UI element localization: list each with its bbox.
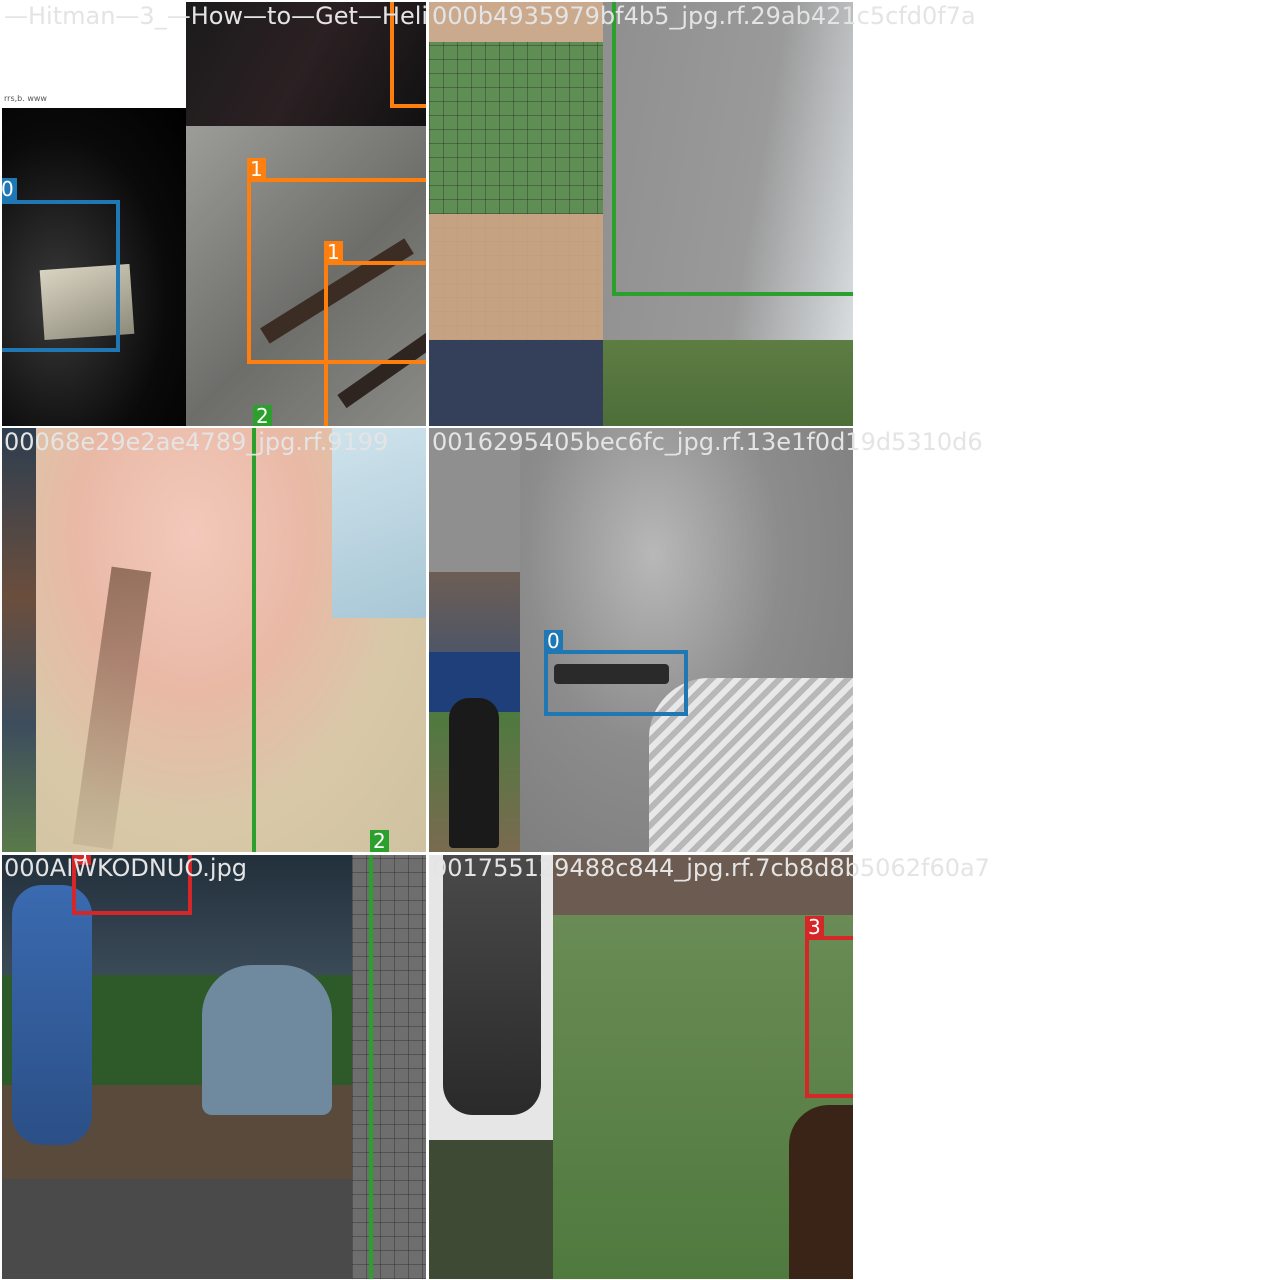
bbox-label: 3 <box>72 855 91 865</box>
photo-stadium-crowd <box>429 572 520 652</box>
photo-umpire <box>449 698 499 848</box>
photo-white-panel <box>2 2 186 108</box>
bbox-label: 3 <box>805 916 824 938</box>
photo-batter <box>12 885 92 1145</box>
bbox-class-2-edge <box>252 428 256 852</box>
photo-player <box>789 1105 853 1279</box>
bbox-class-0 <box>2 200 120 352</box>
photo-grey-floor <box>2 1179 352 1279</box>
mosaic-tile-3: 2 <box>2 428 426 852</box>
photo-sky-patch <box>332 428 426 618</box>
mosaic-tile-6: 3 <box>429 855 853 1279</box>
photo-dark-shape <box>443 855 541 1115</box>
bbox-class-0 <box>544 650 688 716</box>
photo-catcher <box>202 965 332 1115</box>
bbox-class-2-edge <box>369 855 373 1279</box>
photo-navy-wall <box>429 340 603 426</box>
mosaic-tile-1: rrs,b. www 0 1 1 2 <box>2 2 426 426</box>
small-caption: rrs,b. www <box>4 94 47 103</box>
bbox-class-2 <box>612 2 853 296</box>
bbox-label: 1 <box>247 158 266 180</box>
photo-grey-panel <box>429 428 520 572</box>
bbox-label: 1 <box>324 241 343 263</box>
photo-green-grass <box>603 340 853 426</box>
bbox-class-1 <box>390 2 426 108</box>
photo-infield-dirt <box>429 2 603 42</box>
bbox-class-1 <box>324 261 426 426</box>
bbox-label: 2 <box>370 830 389 852</box>
photo-fence <box>429 1140 553 1279</box>
photo-infield-dirt <box>429 214 603 340</box>
mosaic-tile-5: 3 <box>2 855 426 1279</box>
bbox-label: 0 <box>2 178 17 200</box>
mosaic-tile-2 <box>429 2 853 426</box>
mosaic-tile-4: 0 <box>429 428 853 852</box>
bbox-label: 2 <box>253 405 272 426</box>
photo-texture-strip <box>352 855 426 1279</box>
photo-crowd <box>2 428 36 852</box>
bbox-label: 0 <box>544 630 563 652</box>
bbox-class-3 <box>805 936 853 1098</box>
